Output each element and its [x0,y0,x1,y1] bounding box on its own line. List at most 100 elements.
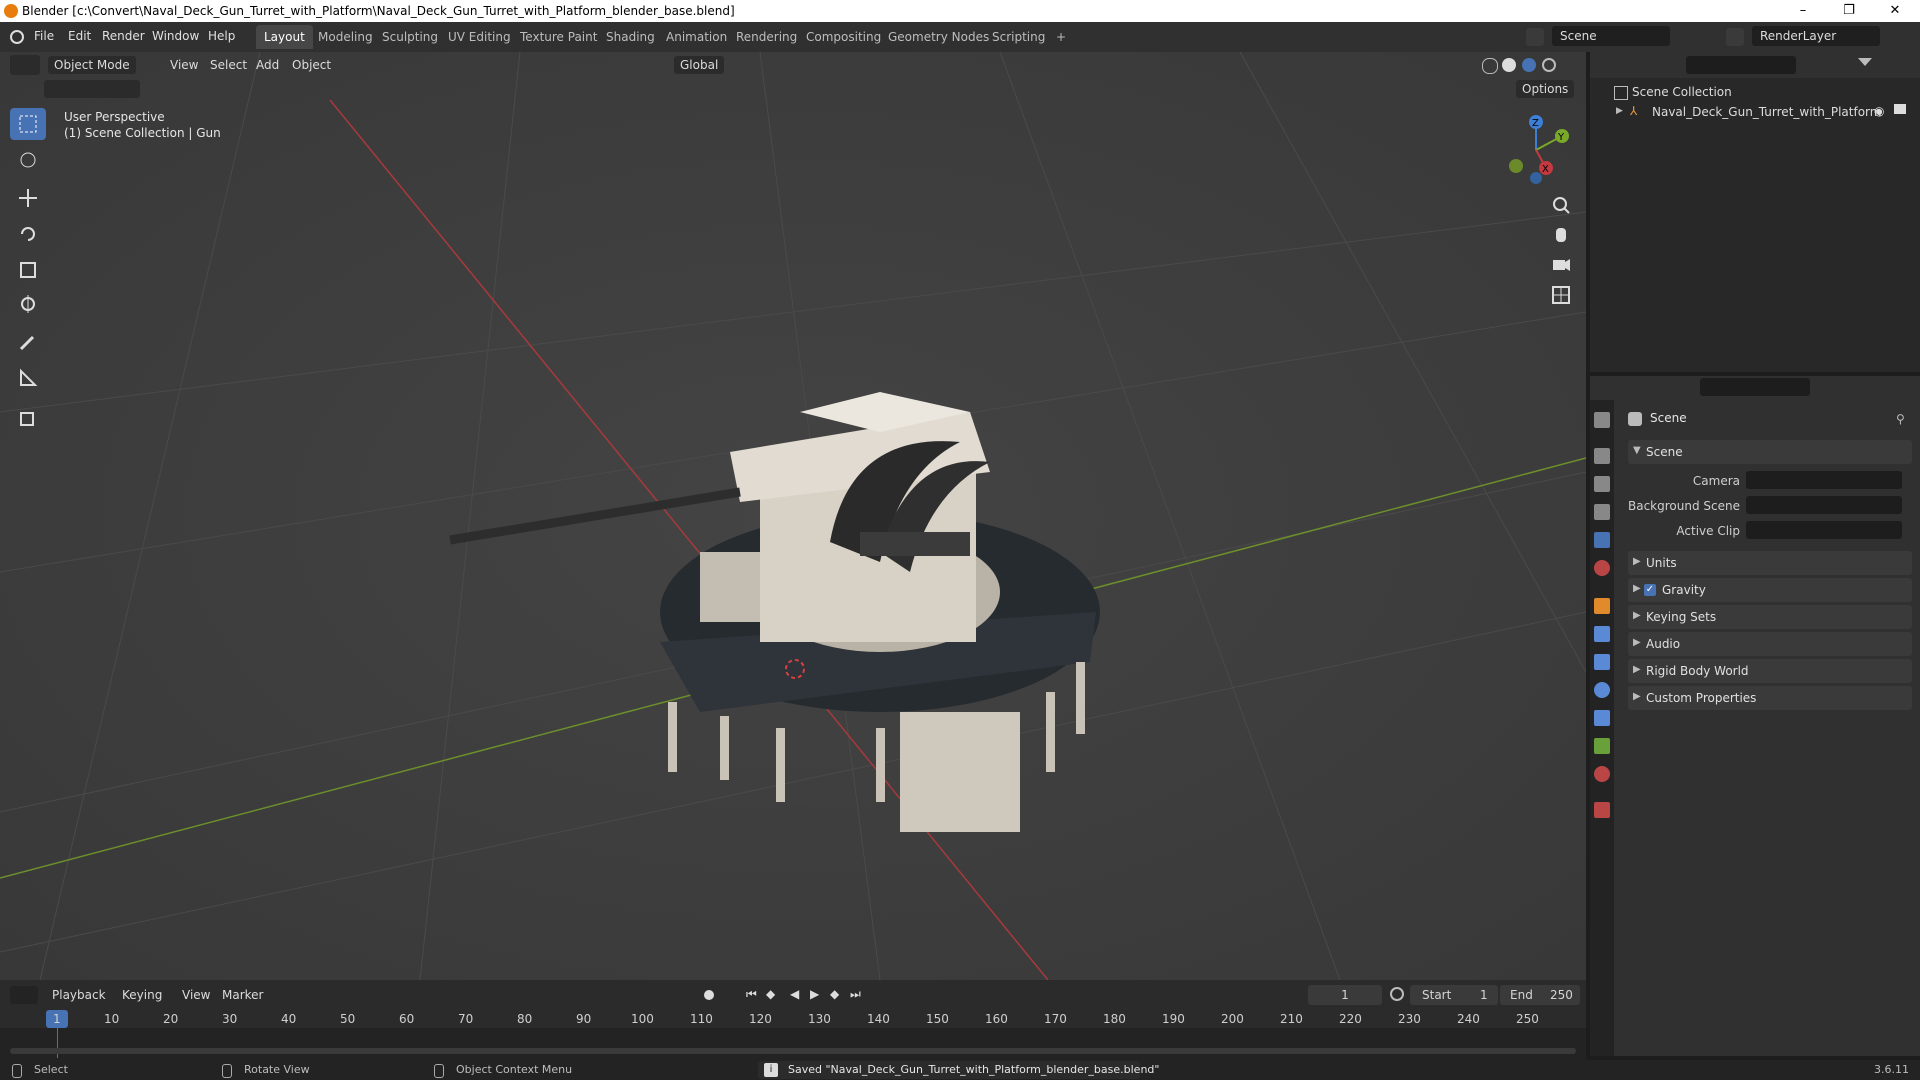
jump-start-icon[interactable]: ⏮ [746,987,757,1002]
outliner-panel[interactable]: Scene Collection ▶ ⅄ Naval_Deck_Gun_Turr… [1590,52,1920,372]
navigation-gizmo[interactable]: Z Y X [1496,110,1576,190]
camera-view-icon[interactable] [1548,252,1574,278]
tab-scripting[interactable]: Scripting [984,25,1053,49]
transform-orientation[interactable]: Global [674,56,725,74]
zoom-icon[interactable] [1548,192,1574,218]
tool-tab-icon[interactable] [1594,412,1610,428]
move-tool[interactable] [10,182,46,214]
tab-animation[interactable]: Animation [658,25,735,49]
active-clip-field[interactable] [1746,521,1902,539]
expand-arrow-icon[interactable]: ▶ [1616,106,1623,116]
prev-keyframe-icon[interactable]: ◆ [766,987,775,1001]
tab-shading[interactable]: Shading [598,25,663,49]
tab-texture-paint[interactable]: Texture Paint [512,25,605,49]
keying-sets-panel[interactable]: ▶ Keying Sets [1628,605,1912,629]
tab-geometry-nodes[interactable]: Geometry Nodes [880,25,997,49]
start-frame-field[interactable]: Start 1 [1410,985,1498,1005]
tab-sculpting[interactable]: Sculpting [374,25,446,49]
scene-collection-label[interactable]: Scene Collection [1632,85,1732,99]
menu-marker[interactable]: Marker [216,986,269,1004]
tab-modeling[interactable]: Modeling [310,25,381,49]
outliner-item-naval-deck-gun[interactable]: Naval_Deck_Gun_Turret_with_Platform [1652,105,1881,119]
menu-edit[interactable]: Edit [68,29,91,43]
pan-hand-icon[interactable] [1548,222,1574,248]
options-button[interactable]: Options [1516,80,1575,98]
material-shading-icon[interactable] [1522,58,1536,72]
view-layer-selector[interactable]: RenderLayer [1752,26,1880,46]
menu-window[interactable]: Window [152,29,199,43]
properties-search-input[interactable] [1700,378,1810,396]
solid-shading-icon[interactable] [1502,58,1516,72]
audio-panel[interactable]: ▶ Audio [1628,632,1912,656]
render-shading-icon[interactable] [1542,58,1556,72]
render-tab-icon[interactable] [1594,448,1610,464]
data-tab-icon[interactable] [1594,738,1610,754]
cursor-tool[interactable] [10,144,46,176]
constraints-tab-icon[interactable] [1594,710,1610,726]
menu-keying[interactable]: Keying [116,986,168,1004]
transform-tool[interactable] [10,288,46,320]
tab-layout[interactable]: Layout [256,25,313,49]
units-panel[interactable]: ▶ Units [1628,551,1912,575]
viewport-shading-buttons[interactable] [1482,56,1568,74]
timer-icon[interactable] [1390,987,1404,1001]
menu-view[interactable]: View [164,56,204,74]
select-box-tool[interactable] [10,108,46,140]
scale-tool[interactable] [10,254,46,286]
timeline-editor-type-button[interactable] [10,986,38,1004]
physics-tab-icon[interactable] [1594,682,1610,698]
modifier-tab-icon[interactable] [1594,626,1610,642]
tab-compositing[interactable]: Compositing [798,25,889,49]
annotate-tool[interactable] [10,326,46,358]
perspective-grid-icon[interactable] [1548,282,1574,308]
scene-panel-header[interactable]: ▼ Scene [1628,440,1912,464]
particles-tab-icon[interactable] [1594,654,1610,670]
editor-type-button[interactable] [10,55,40,75]
add-cube-tool[interactable] [10,402,46,434]
menu-add[interactable]: Add [250,56,285,74]
record-keyframe-icon[interactable] [704,990,714,1000]
play-reverse-icon[interactable]: ◀ [790,987,799,1001]
menu-playback[interactable]: Playback [46,986,112,1004]
gravity-checkbox[interactable]: ✓ [1644,584,1656,596]
menu-help[interactable]: Help [208,29,235,43]
maximize-button[interactable]: ❐ [1826,0,1872,22]
measure-tool[interactable] [10,362,46,394]
menu-file[interactable]: File [34,29,54,43]
add-workspace-button[interactable]: + [1048,25,1074,49]
next-keyframe-icon[interactable]: ◆ [830,987,839,1001]
minimize-button[interactable]: – [1780,0,1826,22]
current-frame-field[interactable]: 1 [1308,985,1382,1005]
jump-end-icon[interactable]: ⏭ [850,987,861,1002]
world-tab-icon[interactable] [1594,560,1610,576]
render-camera-icon[interactable] [1894,104,1906,114]
close-button[interactable]: ✕ [1872,0,1918,22]
menu-object[interactable]: Object [286,56,337,74]
tab-uv-editing[interactable]: UV Editing [440,25,519,49]
menu-render[interactable]: Render [102,29,145,43]
timeline-scrollbar[interactable] [10,1048,1576,1054]
pin-icon[interactable]: ⚲ [1896,412,1905,426]
rotate-tool[interactable] [10,218,46,250]
outliner-search-input[interactable] [1686,56,1796,74]
3d-viewport[interactable]: Object Mode View Select Add Object Globa… [0,52,1586,980]
gravity-panel[interactable]: ▶ ✓ Gravity [1628,578,1912,602]
scene-selector[interactable]: Scene [1552,26,1670,46]
scene-icon[interactable] [1526,28,1544,46]
select-mode-buttons[interactable] [44,80,140,98]
viewport-canvas[interactable] [0,52,1586,980]
end-frame-field[interactable]: End 250 [1500,985,1580,1005]
rigid-body-world-panel[interactable]: ▶ Rigid Body World [1628,659,1912,683]
object-tab-icon[interactable] [1594,598,1610,614]
tab-rendering[interactable]: Rendering [728,25,805,49]
filter-icon[interactable] [1858,58,1872,72]
camera-field[interactable] [1746,471,1902,489]
material-tab-icon[interactable] [1594,766,1610,782]
view-layer-icon[interactable] [1726,28,1744,46]
blender-menu-icon[interactable] [10,30,24,44]
background-scene-field[interactable] [1746,496,1902,514]
wireframe-shading-icon[interactable] [1482,58,1498,74]
mode-selector[interactable]: Object Mode [48,56,136,74]
texture-tab-icon[interactable] [1594,802,1610,818]
visibility-eye-icon[interactable]: ◉ [1874,104,1884,118]
